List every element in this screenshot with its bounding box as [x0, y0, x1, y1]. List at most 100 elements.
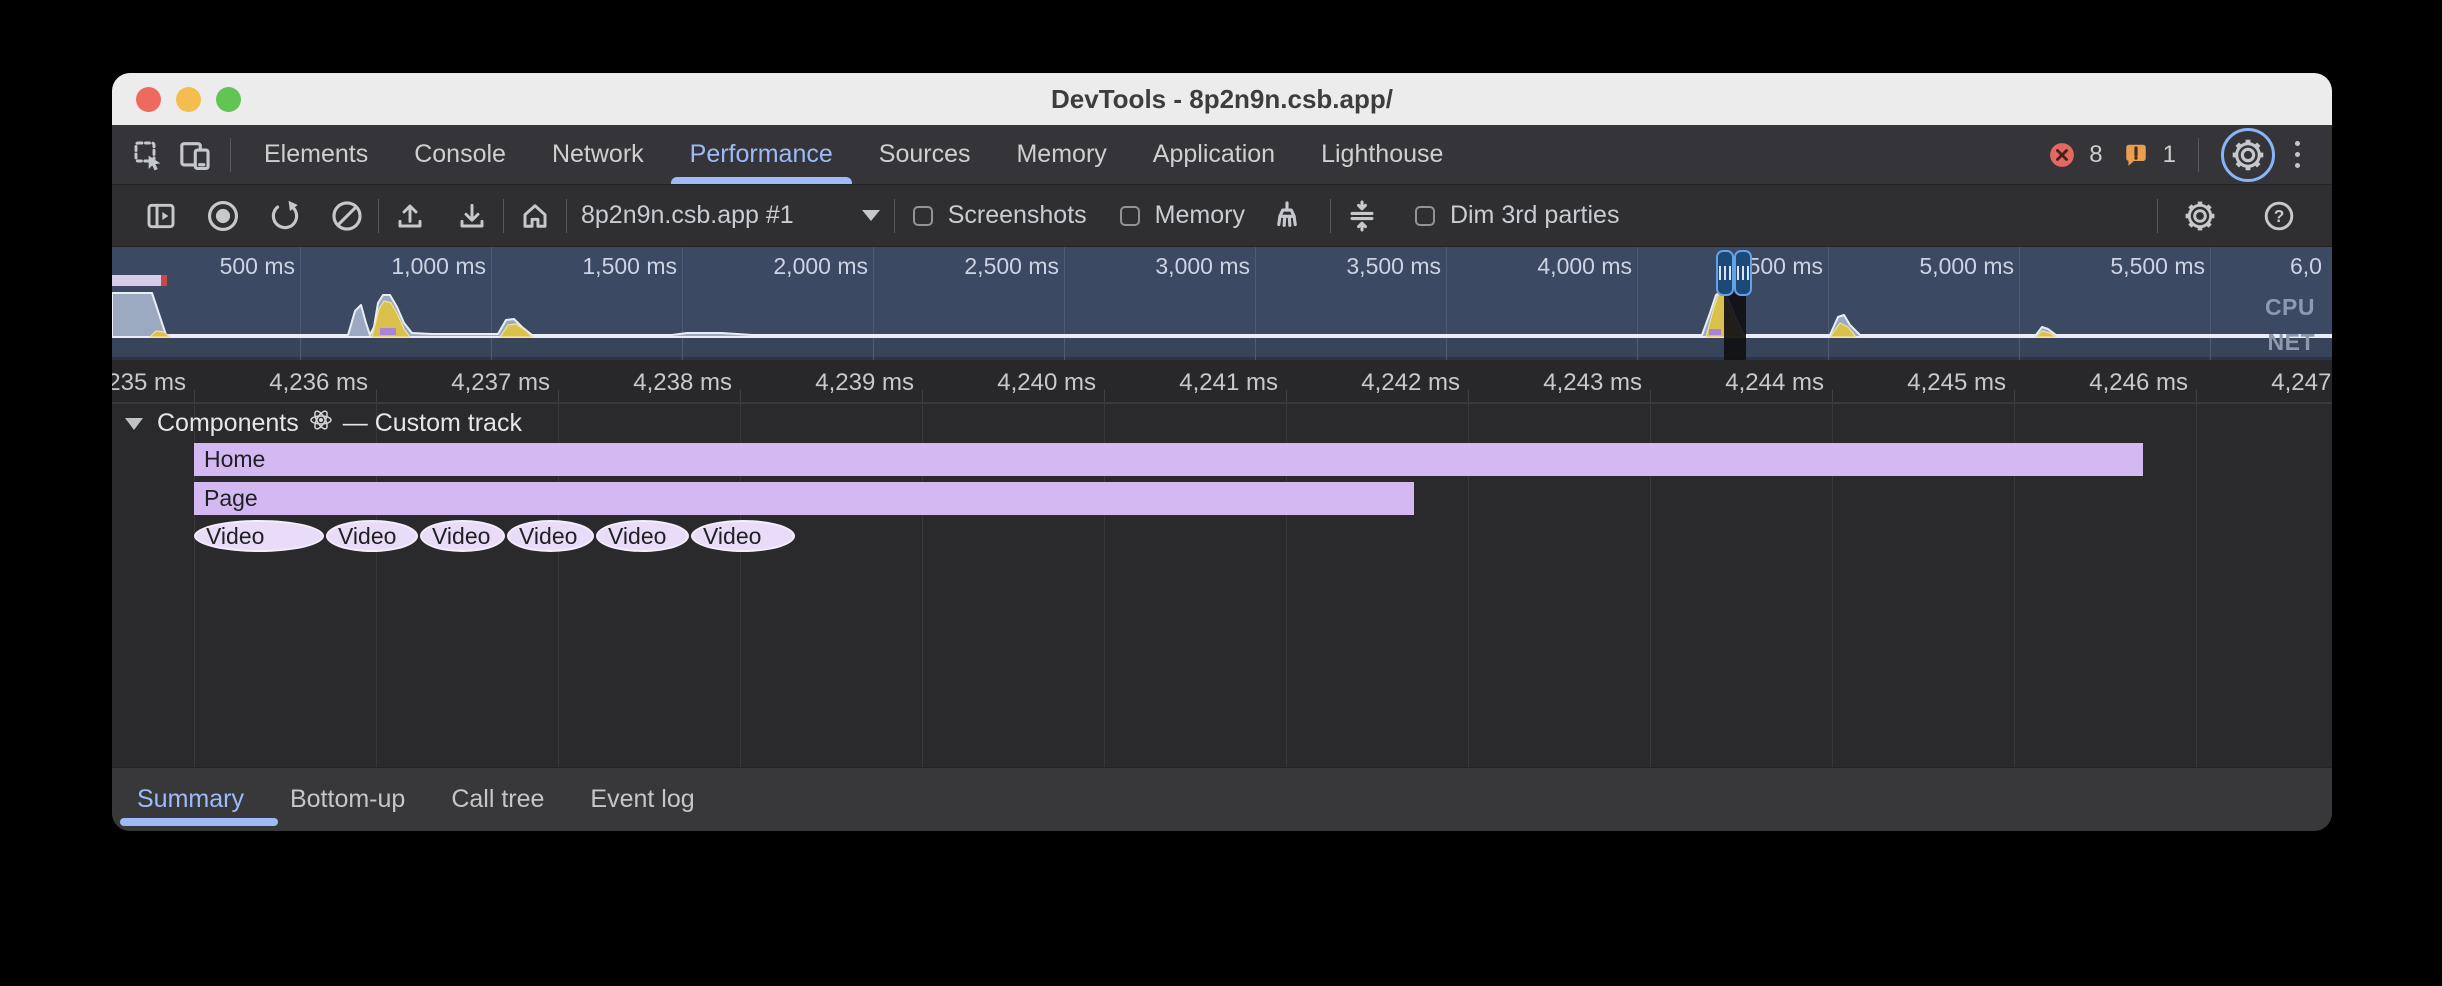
ruler-time-label: 4,246 ms	[2089, 369, 2188, 397]
ruler-time-label: 4,247 ms	[2271, 369, 2332, 397]
devtools-tab-bar: Elements Console Network Performance Sources…	[112, 125, 2332, 185]
track-bar-video[interactable]: Video	[596, 520, 689, 552]
divider	[2157, 199, 2158, 233]
divider	[2198, 138, 2199, 172]
tab-label: Lighthouse	[1321, 140, 1443, 169]
window-title: DevTools - 8p2n9n.csb.app/	[112, 84, 2332, 115]
tab-label: Network	[552, 140, 644, 169]
atom-icon	[309, 408, 333, 439]
timeline-ruler[interactable]: 4,235 ms4,236 ms4,237 ms4,238 ms4,239 ms…	[112, 360, 2332, 404]
screenshots-checkbox[interactable]	[913, 206, 933, 226]
flame-chart-area[interactable]: Components — Custom track HomePageVideoV…	[112, 404, 2332, 767]
shortcuts-dialog-icon[interactable]	[1340, 192, 1384, 240]
warning-count-icon[interactable]	[2123, 131, 2149, 179]
ruler-time-label: 4,236 ms	[269, 369, 368, 397]
history-select[interactable]: 8p2n9n.csb.app #1	[581, 201, 880, 230]
memory-checkbox[interactable]	[1120, 206, 1140, 226]
ruler-time-label: 4,237 ms	[451, 369, 550, 397]
settings-gear-icon[interactable]	[2231, 131, 2265, 179]
track-bar-video[interactable]: Video	[691, 520, 795, 552]
selection-right-handle[interactable]	[1734, 250, 1752, 296]
tab-label: Performance	[690, 140, 833, 169]
track-title-prefix: Components	[157, 409, 299, 438]
divider	[566, 199, 567, 233]
ruler-time-label: 4,242 ms	[1361, 369, 1460, 397]
settings-focus-ring	[2221, 128, 2275, 182]
tab-network[interactable]: Network	[529, 125, 667, 184]
history-select-value: 8p2n9n.csb.app #1	[581, 201, 794, 230]
memory-label: Memory	[1155, 201, 1245, 230]
bar-label: Page	[204, 485, 258, 512]
capture-settings-gear-icon[interactable]	[2178, 192, 2222, 240]
custom-track-header: Components — Custom track	[125, 408, 522, 439]
screenshots-checkbox-group[interactable]: Screenshots	[913, 201, 1087, 230]
record-and-reload-icon[interactable]	[263, 192, 307, 240]
track-bar-page[interactable]: Page	[194, 482, 1414, 515]
overview-network-request-end	[161, 275, 167, 286]
home-icon[interactable]	[513, 192, 557, 240]
bar-label: Home	[204, 446, 265, 473]
memory-checkbox-group[interactable]: Memory	[1120, 201, 1245, 230]
tab-application[interactable]: Application	[1130, 125, 1298, 184]
chevron-down-icon	[862, 210, 880, 221]
track-bar-video[interactable]: Video	[194, 520, 324, 552]
collapse-track-icon[interactable]	[125, 418, 143, 430]
dim-3rd-parties-checkbox-group[interactable]: Dim 3rd parties	[1415, 201, 1620, 230]
svg-text:?: ?	[2274, 206, 2285, 226]
selection-left-handle[interactable]	[1716, 250, 1734, 296]
toggle-sidebar-icon[interactable]	[139, 192, 183, 240]
bar-label: Video	[432, 523, 490, 550]
ruler-tick	[1468, 390, 1469, 402]
ruler-tick	[558, 390, 559, 402]
details-tab-bottom-up[interactable]: Bottom-up	[290, 785, 405, 814]
tab-lighthouse[interactable]: Lighthouse	[1298, 125, 1466, 184]
track-bar-video[interactable]: Video	[420, 520, 505, 552]
divider	[1330, 199, 1331, 233]
ruler-time-label: 4,240 ms	[997, 369, 1096, 397]
details-tab-event-log[interactable]: Event log	[590, 785, 694, 814]
ruler-tick	[2196, 390, 2197, 402]
more-options-kebab-icon[interactable]	[2289, 135, 2306, 174]
details-tab-call-tree[interactable]: Call tree	[451, 785, 544, 814]
error-count[interactable]: 8	[2089, 141, 2102, 169]
record-icon[interactable]	[201, 192, 245, 240]
ruler-tick	[1104, 390, 1105, 402]
tab-elements[interactable]: Elements	[241, 125, 391, 184]
inspect-element-icon[interactable]	[126, 131, 170, 179]
track-bar-video[interactable]: Video	[326, 520, 418, 552]
tab-label: Application	[1153, 140, 1275, 169]
help-icon[interactable]: ?	[2257, 192, 2301, 240]
toolbar-right-controls: ?	[2157, 192, 2332, 240]
collect-garbage-icon[interactable]	[1265, 192, 1309, 240]
performance-toolbar: 8p2n9n.csb.app #1 Screenshots Memory	[112, 185, 2332, 247]
ruler-tick	[1650, 390, 1651, 402]
tab-memory[interactable]: Memory	[993, 125, 1129, 184]
tab-label: Elements	[264, 140, 368, 169]
tab-sources[interactable]: Sources	[856, 125, 994, 184]
details-tab-summary[interactable]: Summary	[137, 785, 244, 814]
cpu-activity-chart	[112, 247, 2332, 360]
overview-network-request-bar	[112, 275, 166, 286]
tab-performance[interactable]: Performance	[667, 125, 856, 184]
dim-3rd-parties-checkbox[interactable]	[1415, 206, 1435, 226]
ruler-tick	[740, 390, 741, 402]
error-count-icon[interactable]	[2049, 131, 2075, 179]
timeline-overview[interactable]: 500 ms1,000 ms1,500 ms2,000 ms2,500 ms3,…	[112, 247, 2332, 360]
track-bar-home[interactable]: Home	[194, 443, 2143, 476]
ruler-time-label: 4,243 ms	[1543, 369, 1642, 397]
screenshots-label: Screenshots	[948, 201, 1087, 230]
bar-label: Video	[338, 523, 396, 550]
load-profile-icon[interactable]	[388, 192, 432, 240]
clear-icon[interactable]	[325, 192, 369, 240]
track-gridline	[2196, 404, 2197, 767]
bar-label: Video	[519, 523, 577, 550]
ruler-tick	[376, 390, 377, 402]
ruler-time-label: 4,235 ms	[112, 369, 186, 397]
cpu-lane-label: CPU	[2265, 294, 2315, 321]
save-profile-icon[interactable]	[450, 192, 494, 240]
tab-label: Sources	[879, 140, 971, 169]
tab-console[interactable]: Console	[391, 125, 529, 184]
device-toolbar-icon[interactable]	[170, 131, 222, 179]
track-bar-video[interactable]: Video	[507, 520, 594, 552]
warning-count[interactable]: 1	[2163, 141, 2176, 169]
